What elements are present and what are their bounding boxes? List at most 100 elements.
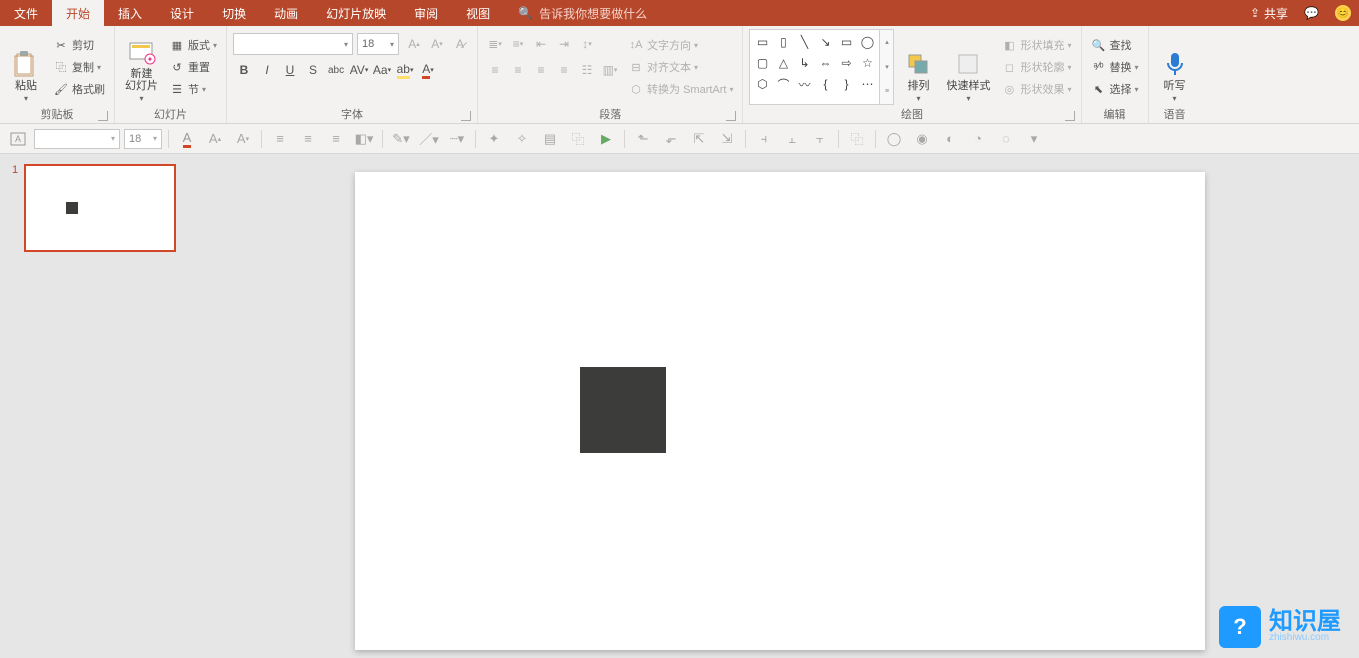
- decrease-indent-button[interactable]: ⇤: [530, 33, 552, 55]
- clipboard-launcher[interactable]: [98, 111, 108, 121]
- q-more[interactable]: ▾: [1022, 128, 1046, 150]
- q-send-backward[interactable]: ⇲: [715, 128, 739, 150]
- q-anim1[interactable]: ✦: [482, 128, 506, 150]
- format-painter-button[interactable]: 🖌格式刷: [50, 79, 108, 99]
- underline-button[interactable]: U: [279, 59, 301, 81]
- shape-hex-icon[interactable]: ⬡: [752, 74, 772, 94]
- shape-star-icon[interactable]: ☆: [857, 53, 877, 73]
- thumb-preview[interactable]: [24, 164, 176, 252]
- thumb-item[interactable]: 1: [12, 164, 188, 252]
- q-fontcolor[interactable]: A: [175, 128, 199, 150]
- cut-button[interactable]: ✂剪切: [50, 35, 108, 55]
- q-group[interactable]: ⿻: [566, 128, 590, 150]
- q-distribute-v[interactable]: ⫟: [808, 128, 832, 150]
- increase-indent-button[interactable]: ⇥: [553, 33, 575, 55]
- shadow-button[interactable]: abc: [325, 59, 347, 81]
- font-color-button[interactable]: A▾: [417, 59, 439, 81]
- align-text-button[interactable]: ⊟对齐文本▾: [625, 57, 736, 77]
- tab-home[interactable]: 开始: [52, 0, 104, 26]
- shapes-gallery-scroll[interactable]: ▴▾≡: [880, 29, 894, 105]
- shape-curve-icon[interactable]: 〰: [794, 74, 814, 94]
- q-eyedrop[interactable]: ✎▾: [389, 128, 413, 150]
- shape-roundrect-icon[interactable]: ▢: [752, 53, 772, 73]
- shapes-gallery[interactable]: ▭▯╲↘▭◯ ▢△↳⇔⇨☆ ⬡⌒〰{}⋯: [749, 29, 880, 105]
- numbering-button[interactable]: ≡▾: [507, 33, 529, 55]
- justify-button[interactable]: ≡: [553, 59, 575, 81]
- decrease-font-button[interactable]: A▾: [426, 33, 448, 55]
- slide-canvas-area[interactable]: [200, 154, 1359, 658]
- q-size-select[interactable]: 18▾: [124, 129, 162, 149]
- quick-styles-button[interactable]: 快速样式 ▾: [942, 29, 994, 105]
- tab-transition[interactable]: 切换: [208, 0, 260, 26]
- q-animpane[interactable]: ▤: [538, 128, 562, 150]
- tab-insert[interactable]: 插入: [104, 0, 156, 26]
- select-button[interactable]: ⬉选择▾: [1088, 79, 1142, 99]
- q-merge5[interactable]: ◌: [994, 128, 1018, 150]
- q-bring-front[interactable]: ⬑: [631, 128, 655, 150]
- paragraph-launcher[interactable]: [726, 111, 736, 121]
- shape-more-icon[interactable]: ⋯: [857, 74, 877, 94]
- q-merge2[interactable]: ◉: [910, 128, 934, 150]
- highlight-button[interactable]: ab▾: [394, 59, 416, 81]
- char-spacing-button[interactable]: AV▾: [348, 59, 370, 81]
- q-anim2[interactable]: ✧: [510, 128, 534, 150]
- change-case-button[interactable]: Aa▾: [371, 59, 393, 81]
- q-align[interactable]: ⫞: [752, 128, 776, 150]
- q-dash[interactable]: ┈▾: [445, 128, 469, 150]
- columns-button[interactable]: ▥▾: [599, 59, 621, 81]
- tab-view[interactable]: 视图: [452, 0, 504, 26]
- q-send-back[interactable]: ⬐: [659, 128, 683, 150]
- shape-triangle-icon[interactable]: △: [773, 53, 793, 73]
- q-distribute-h[interactable]: ⫠: [780, 128, 804, 150]
- font-size-select[interactable]: 18▾: [357, 33, 399, 55]
- share-button[interactable]: ⇪ 共享: [1250, 5, 1288, 22]
- find-button[interactable]: 🔍查找: [1088, 35, 1142, 55]
- line-spacing-button[interactable]: ↕▾: [576, 33, 598, 55]
- text-direction-button[interactable]: ↕A文字方向▾: [625, 35, 736, 55]
- shape-textbox-icon[interactable]: ▭: [752, 32, 772, 52]
- q-merge3[interactable]: ◐: [938, 128, 962, 150]
- shape-arc-icon[interactable]: ⌒: [773, 74, 793, 94]
- arrange-button[interactable]: 排列 ▾: [898, 29, 938, 105]
- tab-file[interactable]: 文件: [0, 0, 52, 26]
- font-launcher[interactable]: [461, 111, 471, 121]
- textbox-qbtn[interactable]: A: [6, 128, 30, 150]
- q-play[interactable]: ▶: [594, 128, 618, 150]
- q-align-l[interactable]: ≡: [268, 128, 292, 150]
- slide[interactable]: [355, 172, 1205, 650]
- layout-button[interactable]: ▦版式▾: [166, 35, 220, 55]
- new-slide-button[interactable]: ✦ 新建 幻灯片 ▾: [121, 29, 162, 105]
- tab-slideshow[interactable]: 幻灯片放映: [312, 0, 400, 26]
- tab-design[interactable]: 设计: [156, 0, 208, 26]
- q-font-select[interactable]: ▾: [34, 129, 120, 149]
- copy-button[interactable]: ⿻复制▾: [50, 57, 108, 77]
- shape-brace-r-icon[interactable]: }: [836, 74, 856, 94]
- tab-animation[interactable]: 动画: [260, 0, 312, 26]
- shape-oval-icon[interactable]: ◯: [857, 32, 877, 52]
- font-name-select[interactable]: ▾: [233, 33, 353, 55]
- shape-lr-arrow-icon[interactable]: ⇔: [815, 53, 835, 73]
- q-line[interactable]: ／▾: [417, 128, 441, 150]
- shape-arrowline-icon[interactable]: ↘: [815, 32, 835, 52]
- q-bring-forward[interactable]: ⇱: [687, 128, 711, 150]
- q-merge1[interactable]: ◯: [882, 128, 906, 150]
- shape-vtext-icon[interactable]: ▯: [773, 32, 793, 52]
- clear-format-button[interactable]: A̷: [449, 33, 471, 55]
- shape-square[interactable]: [580, 367, 666, 453]
- align-center-button[interactable]: ≡: [507, 59, 529, 81]
- shape-r-arrow-icon[interactable]: ⇨: [836, 53, 856, 73]
- bullets-button[interactable]: ≣▾: [484, 33, 506, 55]
- shape-brace-l-icon[interactable]: {: [815, 74, 835, 94]
- replace-button[interactable]: ᵃ⁄ᵇ替换▾: [1088, 57, 1142, 77]
- shape-rect-icon[interactable]: ▭: [836, 32, 856, 52]
- align-right-button[interactable]: ≡: [530, 59, 552, 81]
- account-smiley-icon[interactable]: 😊: [1335, 5, 1351, 21]
- slide-thumbnails-panel[interactable]: 1: [0, 154, 200, 658]
- shape-fill-button[interactable]: ◧形状填充▾: [998, 35, 1074, 55]
- shape-outline-button[interactable]: ◻形状轮廓▾: [998, 57, 1074, 77]
- tab-review[interactable]: 审阅: [400, 0, 452, 26]
- q-shapecolor[interactable]: ◧▾: [352, 128, 376, 150]
- q-copy[interactable]: ⿻: [845, 128, 869, 150]
- shape-elbow-icon[interactable]: ↳: [794, 53, 814, 73]
- comments-icon[interactable]: 💬: [1304, 6, 1319, 20]
